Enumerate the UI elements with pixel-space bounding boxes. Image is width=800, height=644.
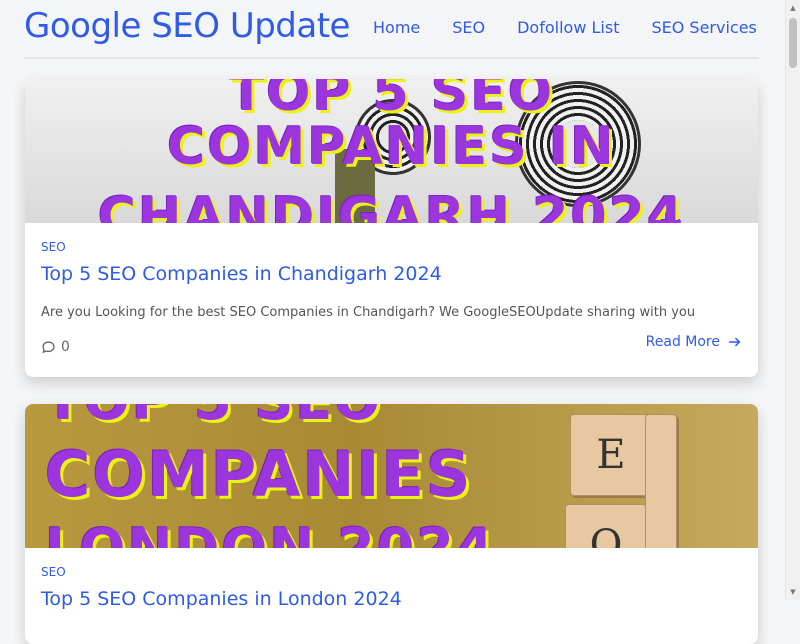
comment-count[interactable]: 0 <box>41 339 70 355</box>
scroll-down-icon[interactable]: ▼ <box>788 586 798 598</box>
site-title[interactable]: Google SEO Update <box>24 6 350 46</box>
post-thumbnail[interactable]: E O TOP 5 SEO COMPANIES LONDON 2024 <box>25 404 758 548</box>
post-category[interactable]: SEO <box>41 565 66 579</box>
arrow-right-icon <box>728 337 741 347</box>
post-card: TOP 5 SEO COMPANIES IN CHANDIGARH 2024 S… <box>25 79 758 377</box>
nav-seo[interactable]: SEO <box>452 18 485 37</box>
thumbnail-overlay-text: TOP 5 SEO <box>45 404 758 428</box>
nav-home[interactable]: Home <box>373 18 420 37</box>
scrollbar-thumb[interactable] <box>789 18 797 68</box>
post-excerpt: Are you Looking for the best SEO Compani… <box>41 305 696 320</box>
site-header: Google SEO Update Home SEO Dofollow List… <box>24 0 759 59</box>
post-title[interactable]: Top 5 SEO Companies in Chandigarh 2024 <box>41 263 442 285</box>
thumbnail-overlay-text: TOP 5 SEO <box>228 79 555 123</box>
thumbnail-overlay-text: CHANDIGARH 2024 <box>97 187 686 223</box>
page-scrollbar[interactable]: ▲ ▼ <box>785 0 800 600</box>
post-card: E O TOP 5 SEO COMPANIES LONDON 2024 SEO … <box>25 404 758 644</box>
thumbnail-overlay-text: COMPANIES IN <box>167 117 616 177</box>
read-more-label: Read More <box>645 334 720 350</box>
comment-count-value: 0 <box>61 339 70 355</box>
read-more-link[interactable]: Read More <box>646 334 742 350</box>
thumbnail-overlay-text: COMPANIES <box>45 438 473 511</box>
scroll-up-icon[interactable]: ▲ <box>788 2 798 14</box>
post-title[interactable]: Top 5 SEO Companies in London 2024 <box>41 588 402 610</box>
comment-icon <box>42 340 55 353</box>
nav-dofollow-list[interactable]: Dofollow List <box>517 18 619 37</box>
post-thumbnail[interactable]: TOP 5 SEO COMPANIES IN CHANDIGARH 2024 <box>25 79 758 223</box>
thumbnail-overlay-text: LONDON 2024 <box>45 522 758 549</box>
post-category[interactable]: SEO <box>41 240 66 254</box>
nav-seo-services[interactable]: SEO Services <box>651 18 756 37</box>
main-nav: Home SEO Dofollow List SEO Services <box>373 18 757 37</box>
